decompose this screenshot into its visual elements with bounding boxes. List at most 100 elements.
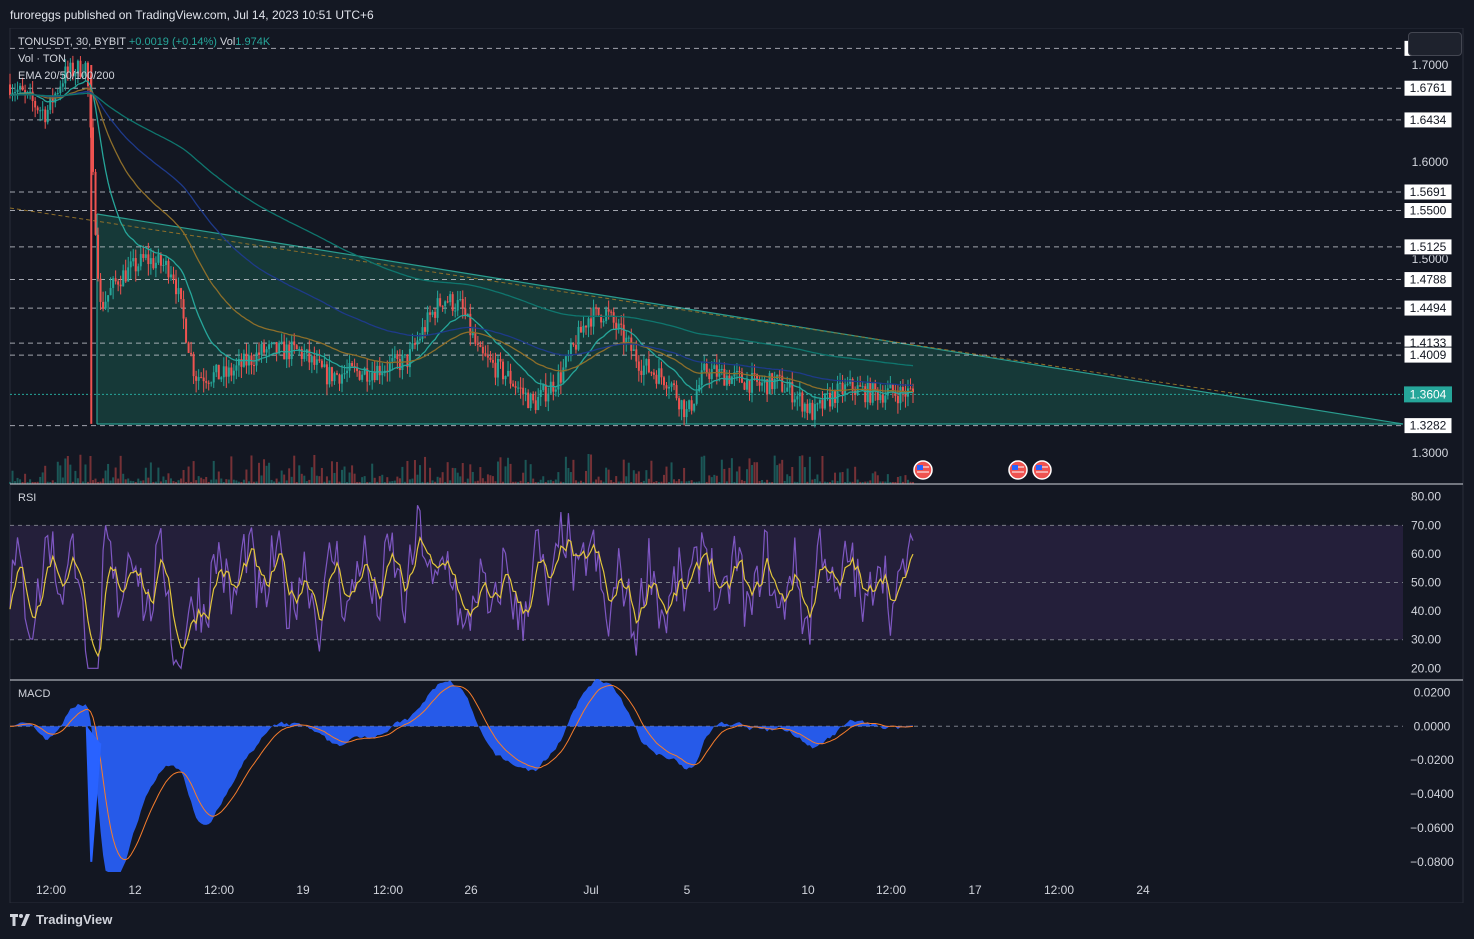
volume-bar — [293, 455, 296, 484]
volume-bar — [622, 459, 625, 484]
tradingview-logo[interactable]: TradingView — [10, 912, 112, 927]
candle-body — [889, 384, 892, 389]
candle-body — [723, 368, 726, 386]
candle-body — [434, 311, 437, 318]
volume-bar — [205, 476, 208, 484]
candle-body — [97, 234, 100, 279]
candle-body — [122, 270, 125, 287]
candle-body — [871, 383, 874, 403]
volume-bar — [439, 477, 442, 484]
candle-body — [451, 294, 454, 311]
candle-body — [157, 254, 160, 263]
volume-bar — [509, 463, 512, 484]
volume-bar — [720, 459, 723, 484]
rsi-tick-label: 50.00 — [1411, 576, 1441, 590]
volume-bar — [268, 462, 271, 484]
volume-bar — [542, 476, 545, 484]
chart-menu-button[interactable] — [1408, 32, 1462, 56]
volume-bar — [574, 480, 577, 484]
candle-body — [46, 109, 49, 123]
footer-bar — [0, 903, 1474, 939]
volume-bar — [906, 479, 909, 484]
candle-body — [391, 358, 394, 362]
candle-body — [761, 382, 764, 386]
candle-body — [542, 384, 545, 391]
candle-body — [260, 344, 263, 355]
candle-body — [562, 367, 565, 383]
volume-bar — [373, 477, 376, 484]
volume-bar — [874, 471, 877, 484]
candle-body — [491, 359, 494, 363]
time-tick-label: 12:00 — [204, 883, 234, 897]
legend-vol-row[interactable]: Vol · TON — [18, 51, 270, 68]
rsi-pane-label[interactable]: RSI — [18, 492, 36, 504]
volume-bar — [569, 472, 572, 484]
candle-body — [509, 370, 512, 384]
candle-body — [144, 254, 147, 258]
price-tick-label: 1.3000 — [1412, 446, 1449, 460]
chart-root[interactable]: 1.70001.60001.50001.40001.30001.71721.67… — [0, 0, 1474, 939]
macd-tick-label: −0.0400 — [1410, 787, 1454, 801]
candle-body — [180, 288, 183, 300]
candle-body — [710, 369, 713, 380]
level-label: 1.6434 — [1410, 113, 1447, 127]
volume-bar — [471, 471, 474, 484]
candle-body — [396, 354, 399, 359]
volume-bar — [69, 464, 72, 484]
volume-bar — [112, 477, 115, 484]
volume-bar — [107, 463, 110, 484]
candle-body — [456, 300, 459, 311]
volume-bar — [678, 479, 681, 484]
candle-body — [341, 374, 344, 384]
volume-bar — [597, 476, 600, 484]
candle-body — [595, 307, 598, 309]
candle-body — [673, 383, 676, 386]
level-label: 1.5125 — [1410, 240, 1447, 254]
volume-bar — [341, 469, 344, 484]
candle-body — [24, 90, 27, 93]
candle-body — [612, 312, 615, 323]
candle-body — [436, 298, 439, 318]
volume-bar — [489, 475, 492, 484]
volume-bar — [766, 479, 769, 484]
candle-body — [758, 381, 761, 386]
volume-bar — [808, 456, 811, 484]
legend-ema-row[interactable]: EMA 20/50/100/200 — [18, 68, 270, 85]
candle-body — [507, 370, 510, 377]
volume-bar — [801, 455, 804, 484]
candle-body — [265, 349, 268, 353]
candle-body — [335, 373, 338, 375]
macd-tick-label: −0.0600 — [1410, 821, 1454, 835]
volume-bar — [587, 454, 590, 484]
candle-body — [310, 356, 313, 363]
candle-body — [303, 353, 306, 359]
candle-body — [107, 295, 110, 302]
volume-bar — [454, 468, 457, 484]
candle-body — [502, 361, 505, 380]
volume-bar — [298, 465, 301, 484]
candle-body — [826, 393, 829, 395]
macd-pane-label[interactable]: MACD — [18, 688, 50, 700]
candle-body — [582, 325, 585, 333]
macd-tick-label: −0.0800 — [1410, 855, 1454, 869]
candle-body — [368, 380, 371, 382]
volume-bar — [798, 456, 801, 484]
volume-bar — [275, 478, 278, 484]
candle-body — [657, 368, 660, 384]
candle-body — [708, 373, 711, 380]
candle-body — [215, 364, 218, 373]
volume-bar — [886, 474, 889, 484]
volume-bar — [869, 480, 872, 484]
time-tick-label: Jul — [583, 883, 598, 897]
legend-symbol[interactable]: TONUSDT, 30, BYBIT — [18, 36, 126, 48]
candle-body — [185, 318, 188, 343]
candle-body — [899, 387, 902, 404]
volume-bar — [169, 478, 172, 484]
volume-bar — [24, 473, 27, 484]
volume-bar — [662, 474, 665, 484]
chart-svg[interactable]: 1.70001.60001.50001.40001.30001.71721.67… — [0, 0, 1474, 939]
volume-bar — [265, 465, 268, 484]
candle-body — [680, 400, 683, 410]
legend-vol-value: 1.974K — [235, 36, 271, 48]
candle-body — [808, 402, 811, 413]
